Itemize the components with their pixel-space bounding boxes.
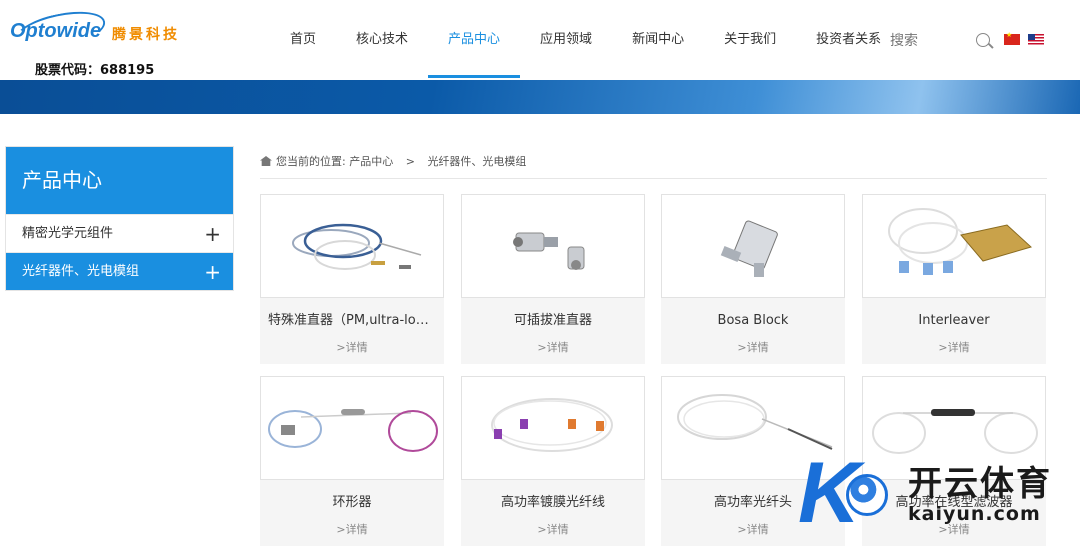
logo-brand: Optowide bbox=[10, 20, 102, 42]
product-image[interactable] bbox=[461, 194, 645, 298]
nav-core-tech[interactable]: 核心技术 bbox=[336, 0, 428, 80]
product-image[interactable] bbox=[862, 194, 1046, 298]
product-detail-link[interactable]: >详情 bbox=[260, 522, 444, 546]
product-detail-link[interactable]: >详情 bbox=[461, 340, 645, 364]
watermark-cn: 开云体育 bbox=[908, 464, 1052, 504]
product-name[interactable]: 可插拔准直器 bbox=[461, 298, 645, 340]
coated-fiber-patchcord-image bbox=[491, 398, 613, 452]
search-icon[interactable] bbox=[976, 33, 990, 47]
home-icon bbox=[260, 156, 272, 166]
product-detail-link[interactable]: >详情 bbox=[260, 340, 444, 364]
product-image[interactable] bbox=[260, 376, 444, 480]
breadcrumb: 您当前的位置: 产品中心 > 光纤器件、光电模组 bbox=[260, 152, 1047, 179]
page-banner bbox=[0, 80, 1080, 114]
sidebar: 产品中心 精密光学元组件 + 光纤器件、光电模组 + bbox=[5, 146, 234, 291]
breadcrumb-level1[interactable]: 产品中心 bbox=[349, 155, 393, 168]
nav-about[interactable]: 关于我们 bbox=[704, 0, 796, 80]
header: Optowide 腾景科技 股票代码：688195 首页 核心技术 产品中心 应… bbox=[0, 0, 1080, 80]
pluggable-collimator-image bbox=[513, 232, 585, 270]
company-logo[interactable]: Optowide 腾景科技 股票代码：688195 bbox=[10, 4, 190, 78]
product-card[interactable]: 高功率镀膜光纤线 >详情 bbox=[461, 376, 645, 546]
fiber-collimator-image bbox=[292, 223, 422, 270]
search-box bbox=[890, 30, 1000, 52]
product-card[interactable]: Bosa Block >详情 bbox=[661, 194, 845, 364]
product-image[interactable] bbox=[260, 194, 444, 298]
product-card[interactable]: 可插拔准直器 >详情 bbox=[461, 194, 645, 364]
watermark-en: kaiyun.com bbox=[908, 503, 1041, 525]
breadcrumb-separator: > bbox=[405, 155, 415, 168]
circulator-image bbox=[268, 409, 438, 452]
watermark: K 开云体育 kaiyun.com bbox=[796, 448, 1080, 546]
nav-applications[interactable]: 应用领域 bbox=[520, 0, 612, 80]
sidebar-item-label: 精密光学元组件 bbox=[22, 226, 114, 241]
nav-news[interactable]: 新闻中心 bbox=[612, 0, 704, 80]
main-nav: 首页 核心技术 产品中心 应用领域 新闻中心 关于我们 投资者关系 bbox=[270, 0, 901, 80]
product-card[interactable]: Interleaver >详情 bbox=[862, 194, 1046, 364]
product-detail-link[interactable]: >详情 bbox=[661, 340, 845, 364]
sidebar-item-fiber-devices[interactable]: 光纤器件、光电模组 + bbox=[6, 252, 233, 290]
plus-icon[interactable]: + bbox=[204, 253, 221, 291]
stock-code: 股票代码：688195 bbox=[35, 63, 155, 78]
product-detail-link[interactable]: >详情 bbox=[862, 340, 1046, 364]
nav-home[interactable]: 首页 bbox=[270, 0, 336, 80]
product-name[interactable]: 环形器 bbox=[260, 480, 444, 522]
nav-products[interactable]: 产品中心 bbox=[428, 0, 521, 80]
product-name[interactable]: 高功率镀膜光纤线 bbox=[461, 480, 645, 522]
search-input[interactable] bbox=[890, 30, 970, 52]
soccer-ball-icon bbox=[846, 474, 888, 516]
product-name[interactable]: Interleaver bbox=[862, 298, 1046, 340]
logo-chinese-name: 腾景科技 bbox=[112, 27, 180, 43]
china-flag-icon[interactable] bbox=[1004, 31, 1020, 45]
product-image[interactable] bbox=[461, 376, 645, 480]
sidebar-item-label: 光纤器件、光电模组 bbox=[22, 264, 140, 279]
breadcrumb-level2[interactable]: 光纤器件、光电模组 bbox=[427, 155, 526, 168]
sidebar-title: 产品中心 bbox=[6, 147, 233, 214]
product-name[interactable]: 特殊准直器（PM,ultra-long WD） bbox=[260, 298, 444, 340]
product-card[interactable]: 环形器 >详情 bbox=[260, 376, 444, 546]
plus-icon[interactable]: + bbox=[204, 215, 221, 253]
product-detail-link[interactable]: >详情 bbox=[461, 522, 645, 546]
interleaver-image bbox=[888, 208, 1032, 275]
sidebar-item-precision-optics[interactable]: 精密光学元组件 + bbox=[6, 214, 233, 252]
product-name[interactable]: Bosa Block bbox=[661, 298, 845, 340]
product-image[interactable] bbox=[661, 194, 845, 298]
us-flag-icon[interactable] bbox=[1028, 34, 1044, 45]
product-card[interactable]: 特殊准直器（PM,ultra-long WD） >详情 bbox=[260, 194, 444, 364]
breadcrumb-prefix: 您当前的位置: bbox=[276, 155, 346, 168]
nav-investors[interactable]: 投资者关系 bbox=[796, 0, 901, 80]
bosa-block-image bbox=[720, 220, 778, 277]
